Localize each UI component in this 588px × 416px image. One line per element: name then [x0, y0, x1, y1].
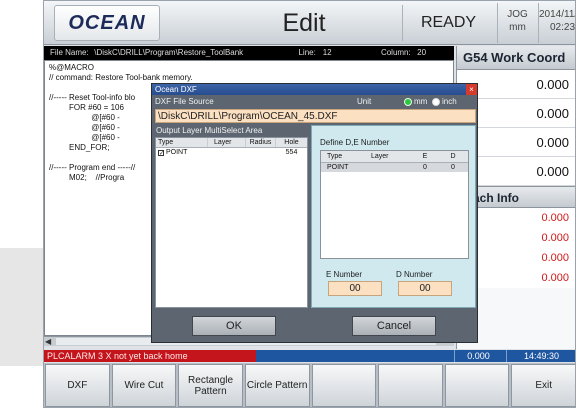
unit-inch-radio[interactable]	[432, 98, 440, 106]
d-number-field[interactable]: 00	[398, 281, 452, 296]
time-text: 02:23	[549, 22, 576, 33]
alarm-message: PLCALARM 3 X not yet back home	[44, 350, 256, 362]
layer-area: Output Layer MultiSelect Area Type Layer…	[155, 125, 308, 308]
datetime: 2014/11/03 02:23	[538, 3, 576, 43]
code-line: %@MACRO	[49, 63, 95, 72]
col-hole: Hole	[284, 139, 299, 146]
page-title: Edit	[282, 9, 326, 37]
logo-text: OCEAN	[68, 12, 146, 34]
ok-button[interactable]: OK	[192, 316, 276, 336]
code-line: // command: Restore Tool-bank memory.	[49, 73, 193, 82]
e-number-label: E Number	[326, 270, 363, 279]
fkey-empty-7[interactable]	[444, 364, 510, 407]
dialog-titlebar: Ocean DXF ×	[152, 84, 477, 95]
e-d-table-header: Type Layer E D	[321, 151, 468, 163]
source-row: DXF File Source Unit mm inch	[152, 95, 479, 109]
unit-mm-label: mm	[414, 97, 428, 106]
define-label: Define D,E Number	[320, 138, 390, 147]
col-d: D	[450, 153, 456, 160]
row-d: 0	[451, 164, 455, 171]
ocean-logo: OCEAN	[54, 5, 160, 41]
layer-table-header: Type Layer Radius Hole	[156, 138, 307, 148]
source-label: DXF File Source	[155, 97, 214, 106]
layer-area-label: Output Layer MultiSelect Area	[156, 126, 263, 135]
col-type: Type	[327, 153, 343, 160]
dialog-title: Ocean DXF	[155, 85, 197, 94]
row-type: POINT	[327, 164, 349, 171]
col-type: Type	[156, 138, 208, 147]
row-hole: 554	[285, 149, 298, 156]
table-row[interactable]: ✓ POINT 554	[156, 148, 307, 158]
status-time: 14:49:30	[506, 350, 575, 362]
column-value: 20	[417, 48, 427, 57]
fkey-circle-pattern[interactable]: Circle Pattern	[244, 364, 310, 407]
line-value: 12	[322, 48, 332, 57]
d-number-label: D Number	[396, 270, 433, 279]
fkey-wire-cut[interactable]: Wire Cut	[111, 364, 177, 407]
col-e: E	[422, 153, 428, 160]
line-label: Line:	[298, 48, 316, 57]
col-layer: Layer	[208, 138, 246, 147]
mode-jog: JOG	[507, 9, 528, 20]
checkbox-checked-icon[interactable]: ✓	[158, 150, 164, 157]
unit-inch-label: inch	[442, 97, 457, 106]
file-label: File Name:	[50, 48, 89, 57]
close-icon[interactable]: ×	[466, 84, 477, 95]
fkey-empty-6[interactable]	[378, 364, 443, 407]
scroll-left-icon[interactable]: ◀	[45, 337, 51, 347]
layer-table[interactable]: Type Layer Radius Hole ✓ POINT 554	[155, 137, 308, 308]
cnc-screen: OCEAN Edit READY JOG mm 2014/11/03 02:23…	[43, 0, 576, 408]
row-e: 0	[423, 164, 427, 171]
status-bar: PLCALARM 3 X not yet back home 0.000 14:…	[44, 350, 575, 362]
fkey-dxf[interactable]: DXF	[45, 364, 110, 407]
file-info-bar: File Name: \DiskC\DRILL\Program\Restore_…	[44, 46, 454, 60]
machine-status: READY	[402, 5, 494, 41]
header-bar: OCEAN Edit READY JOG mm 2014/11/03 02:23	[44, 1, 576, 45]
row-layer	[371, 163, 411, 172]
column-label: Column:	[380, 48, 411, 57]
unit-mm-radio[interactable]	[404, 98, 412, 106]
col-layer: Layer	[371, 153, 389, 160]
fkey-empty-5[interactable]	[311, 364, 377, 407]
unit-label: Unit	[357, 97, 372, 106]
row-type: ✓ POINT	[156, 148, 208, 158]
work-coord-title: G54 Work Coord	[457, 46, 575, 70]
date-text: 2014/11/03	[539, 9, 575, 20]
e-d-table[interactable]: Type Layer E D POINT 0 0	[320, 150, 469, 259]
mode-unit: mm	[509, 22, 526, 33]
row-type-text: POINT	[166, 149, 188, 156]
dxf-dialog: Ocean DXF × DXF File Source Unit mm inch…	[151, 83, 478, 343]
cancel-button[interactable]: Cancel	[352, 316, 436, 336]
status-value: 0.000	[454, 350, 502, 362]
fkey-exit[interactable]: Exit	[511, 364, 575, 407]
file-path: \DiskC\DRILL\Program\Restore_ToolBank	[94, 48, 244, 57]
mode-indicator: JOG mm	[497, 3, 537, 43]
e-number-field[interactable]: 00	[328, 281, 382, 296]
define-area: Define D,E Number Type Layer E D POINT 0…	[311, 125, 476, 308]
function-keys: DXF Wire Cut Rectangle Pattern Circle Pa…	[44, 363, 575, 407]
table-row[interactable]: POINT 0 0	[321, 163, 468, 172]
row-radius	[246, 148, 276, 158]
fkey-rectangle-pattern[interactable]: Rectangle Pattern	[178, 364, 243, 407]
col-radius: Radius	[246, 138, 276, 147]
dxf-path-field[interactable]: \DiskC\DRILL\Program\OCEAN_45.DXF	[155, 109, 476, 123]
row-layer	[208, 148, 246, 158]
